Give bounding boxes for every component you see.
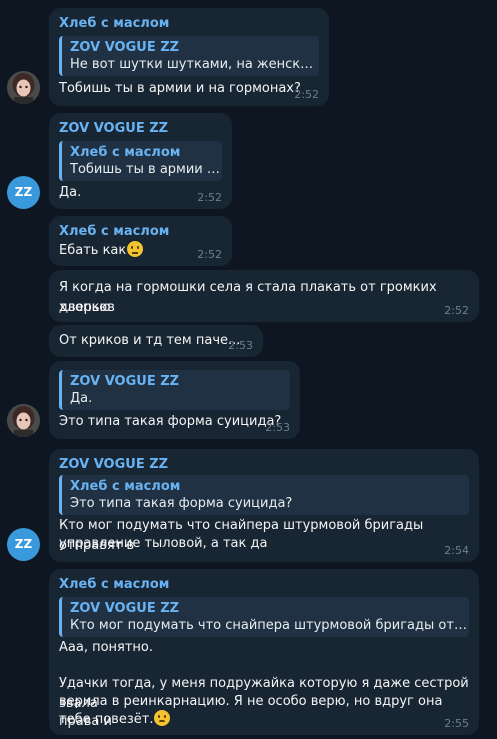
- message-time: 2:55: [444, 717, 469, 730]
- message-bubble[interactable]: Хлеб с маслом ZOV VOGUE ZZ Не вот шутки …: [49, 8, 329, 106]
- message-time: 2:54: [444, 544, 469, 557]
- reply-text: Не вот шутки шутками, на женских г...: [70, 57, 319, 72]
- message-text-row: тебе повезёт.: [59, 710, 171, 730]
- sender-name[interactable]: ZOV VOGUE ZZ: [59, 457, 168, 472]
- message-bubble[interactable]: Я когда на гормошки села я стала плакать…: [49, 270, 479, 322]
- reply-quote[interactable]: ZOV VOGUE ZZ Не вот шутки шутками, на же…: [59, 36, 319, 76]
- reply-text: Это типа такая форма суицида?: [70, 496, 293, 511]
- message-text: Я когда на гормошки села я стала плакать…: [59, 280, 437, 315]
- message-text: дверью: [59, 300, 111, 315]
- neutral-face-emoji-icon: [127, 241, 144, 257]
- sender-name[interactable]: ZOV VOGUE ZZ: [59, 121, 168, 136]
- message-bubble[interactable]: Хлеб с маслом Ебать как 2:52: [49, 216, 232, 266]
- sender-name[interactable]: Хлеб с маслом: [59, 577, 169, 592]
- sender-name[interactable]: Хлеб с маслом: [59, 16, 169, 31]
- message-text: управление тыловой, а так да: [59, 536, 268, 551]
- reply-quote[interactable]: ZOV VOGUE ZZ Кто мог подумать что снайпе…: [59, 597, 469, 637]
- message-time: 2:53: [265, 421, 290, 434]
- message-time: 2:53: [228, 339, 253, 352]
- avatar-zz[interactable]: ZZ: [7, 528, 40, 561]
- reply-text: Да.: [70, 391, 93, 406]
- message-time: 2:52: [197, 248, 222, 261]
- reply-quote[interactable]: Хлеб с маслом Это типа такая форма суици…: [59, 475, 469, 515]
- message-time: 2:52: [197, 191, 222, 204]
- message-text: Да.: [59, 185, 82, 200]
- reply-author: ZOV VOGUE ZZ: [70, 374, 180, 389]
- message-time: 2:52: [294, 88, 319, 101]
- message-bubble[interactable]: ZOV VOGUE ZZ Да. Это типа такая форма су…: [49, 361, 300, 439]
- avatar-photo[interactable]: [7, 71, 40, 104]
- message-text: Ебать как: [59, 243, 127, 258]
- message-text: От криков и тд тем паче...: [59, 333, 241, 348]
- message-bubble[interactable]: Хлеб с маслом ZOV VOGUE ZZ Кто мог подум…: [49, 569, 479, 735]
- reply-text: Кто мог подумать что снайпера штурмовой …: [70, 618, 469, 633]
- message-bubble[interactable]: От криков и тд тем паче... 2:53: [49, 325, 263, 357]
- reply-text: Тобишь ты в армии и...: [70, 162, 222, 177]
- reply-quote[interactable]: Хлеб с маслом Тобишь ты в армии и...: [59, 141, 222, 181]
- message-time: 2:52: [444, 304, 469, 317]
- reply-author: Хлеб с маслом: [70, 145, 181, 160]
- avatar-photo[interactable]: [7, 404, 40, 437]
- person-avatar-icon: [7, 404, 40, 437]
- person-avatar-icon: [7, 71, 40, 104]
- pensive-face-emoji-icon: [154, 710, 171, 726]
- message-text: Тобишь ты в армии и на гормонах?: [59, 81, 301, 96]
- message-text-row: Ебать как: [59, 241, 144, 261]
- reply-author: ZOV VOGUE ZZ: [70, 601, 180, 616]
- message-bubble[interactable]: ZOV VOGUE ZZ Хлеб с маслом Тобишь ты в а…: [49, 113, 232, 209]
- message-text: Ааа, понятно.: [59, 640, 154, 655]
- reply-author: Хлеб с маслом: [70, 479, 181, 494]
- avatar-zz[interactable]: ZZ: [7, 176, 40, 209]
- sender-name[interactable]: Хлеб с маслом: [59, 224, 169, 239]
- message-bubble[interactable]: ZOV VOGUE ZZ Хлеб с маслом Это типа така…: [49, 449, 479, 562]
- reply-quote[interactable]: ZOV VOGUE ZZ Да.: [59, 370, 290, 410]
- message-text: тебе повезёт.: [59, 712, 154, 727]
- message-text: Это типа такая форма суицида?: [59, 414, 282, 429]
- reply-author: ZOV VOGUE ZZ: [70, 40, 180, 55]
